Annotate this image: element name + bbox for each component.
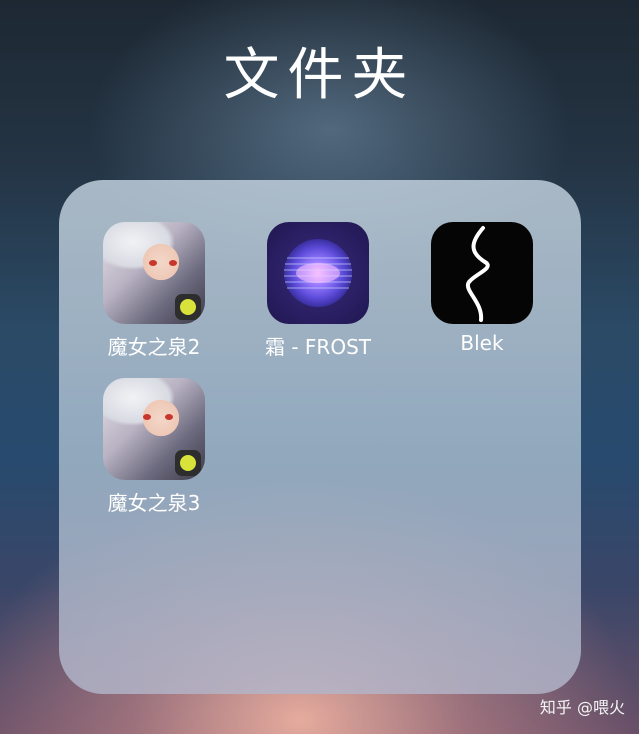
app-label: Blek: [460, 331, 504, 355]
badge-icon: [175, 294, 201, 320]
app-blek[interactable]: Blek: [407, 222, 557, 355]
app-frost[interactable]: 霜 - FROST: [243, 222, 393, 360]
app-mojo-zhiquan-2[interactable]: 魔女之泉2: [79, 222, 229, 360]
frost-app-icon[interactable]: [267, 222, 369, 324]
watermark: 知乎 @喂火: [539, 698, 625, 717]
app-mojo-zhiquan-3[interactable]: 魔女之泉3: [79, 378, 229, 516]
app-label: 霜 - FROST: [265, 335, 371, 359]
badge-icon: [175, 450, 201, 476]
mojo-zhiquan-2-app-icon[interactable]: [103, 222, 205, 324]
app-label: 魔女之泉3: [107, 491, 201, 515]
blek-app-icon[interactable]: [431, 222, 533, 324]
folder-title[interactable]: 文件夹: [0, 30, 639, 111]
app-label: 魔女之泉2: [107, 335, 201, 359]
mojo-zhiquan-3-app-icon[interactable]: [103, 378, 205, 480]
folder-panel: 魔女之泉2 霜 - FROST Blek 魔女之泉3: [59, 180, 581, 694]
